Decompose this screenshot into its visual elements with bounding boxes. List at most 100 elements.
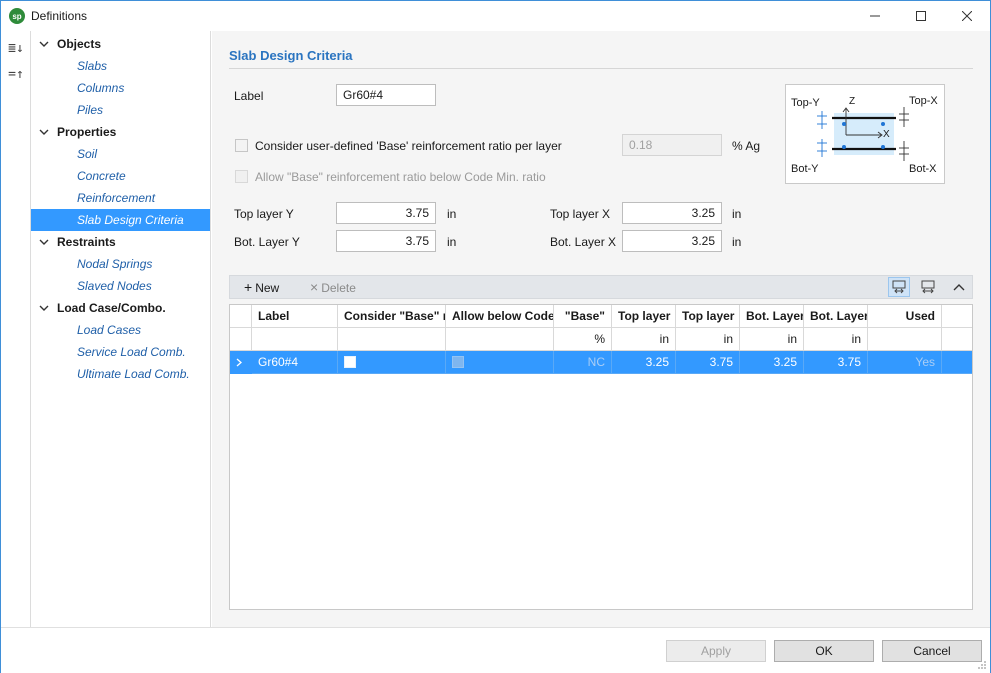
unit-cell: in xyxy=(740,328,804,351)
resize-grip-icon[interactable] xyxy=(977,660,987,670)
top-layer-y-label: Top layer Y xyxy=(234,207,294,221)
layer-cover-diagram: Top-Y Top-X Bot-Y Bot-X Z X xyxy=(785,84,945,184)
base-ratio-unit: % Ag xyxy=(732,139,761,153)
cell-used[interactable]: Yes xyxy=(868,351,942,374)
col-header-base[interactable]: "Base" xyxy=(554,305,612,328)
col-header-bot-layer-y[interactable]: Bot. Layer xyxy=(740,305,804,328)
chevron-down-icon[interactable] xyxy=(38,297,50,319)
apply-button[interactable]: Apply xyxy=(666,640,766,662)
tree-group-label: Restraints xyxy=(57,235,116,249)
base-ratio-input[interactable]: 0.18 xyxy=(622,134,722,156)
chevron-down-icon[interactable] xyxy=(38,33,50,55)
plus-icon: + xyxy=(244,279,253,295)
section-divider xyxy=(229,68,973,69)
chevron-up-icon[interactable] xyxy=(948,277,970,297)
unit-cell: in xyxy=(676,328,740,351)
diagram-axis-x: X xyxy=(883,129,890,140)
delete-button[interactable]: × Delete xyxy=(310,276,356,298)
row-indicator-header xyxy=(230,305,252,328)
col-header-label[interactable]: Label xyxy=(252,305,338,328)
cancel-button[interactable]: Cancel xyxy=(882,640,982,662)
consider-base-checkbox[interactable] xyxy=(235,139,248,152)
cell-top-layer-x[interactable]: 3.75 xyxy=(676,351,740,374)
chevron-right-icon xyxy=(236,358,242,367)
bot-layer-x-input[interactable]: 3.25 xyxy=(622,230,722,252)
row-indicator[interactable] xyxy=(230,351,252,374)
row-indicator-units xyxy=(230,328,252,351)
cell-top-layer-y[interactable]: 3.25 xyxy=(612,351,676,374)
minimize-button[interactable] xyxy=(852,1,898,31)
col-header-top-layer-x[interactable]: Top layer xyxy=(676,305,740,328)
tree-group-objects[interactable]: Objects xyxy=(31,33,210,55)
maximize-icon xyxy=(916,11,926,21)
col-header-top-layer-y[interactable]: Top layer xyxy=(612,305,676,328)
tree-group-restraints[interactable]: Restraints xyxy=(31,231,210,253)
chevron-down-icon[interactable] xyxy=(38,121,50,143)
cell-bot-layer-x[interactable]: 3.75 xyxy=(804,351,868,374)
consider-base-cell-checkbox[interactable] xyxy=(344,356,356,368)
dialog-footer: Apply OK Cancel xyxy=(1,627,990,673)
tree-item-load-cases[interactable]: Load Cases xyxy=(31,319,210,341)
delete-label: Delete xyxy=(321,281,356,295)
expand-all-icon[interactable]: ≣↓ xyxy=(6,39,26,59)
tree-item-slabs[interactable]: Slabs xyxy=(31,55,210,77)
bot-layer-y-input[interactable]: 3.75 xyxy=(336,230,436,252)
app-logo-icon: sp xyxy=(9,8,25,24)
col-header-consider-base[interactable]: Consider "Base" r xyxy=(338,305,446,328)
main-panel: Slab Design Criteria Label Gr60#4 Consid… xyxy=(212,31,990,627)
unit-cell xyxy=(446,328,554,351)
consider-base-label: Consider user-defined 'Base' reinforceme… xyxy=(255,139,562,153)
cell-base[interactable]: NC xyxy=(554,351,612,374)
tree-item-label: Reinforcement xyxy=(77,191,156,205)
label-input[interactable]: Gr60#4 xyxy=(336,84,436,106)
tree-item-slab-design-criteria[interactable]: Slab Design Criteria xyxy=(31,209,210,231)
ok-button[interactable]: OK xyxy=(774,640,874,662)
new-button[interactable]: + New xyxy=(244,276,279,298)
tree-group-properties[interactable]: Properties xyxy=(31,121,210,143)
tree-item-label: Load Cases xyxy=(77,323,142,337)
top-layer-x-unit: in xyxy=(732,207,742,221)
fit-columns-icon[interactable] xyxy=(888,277,910,297)
grid-toolbar: + New × Delete xyxy=(229,275,973,299)
cell-bot-layer-y[interactable]: 3.25 xyxy=(740,351,804,374)
chevron-down-icon[interactable] xyxy=(38,231,50,253)
allow-base-checkbox[interactable] xyxy=(235,170,248,183)
cell-allow-below-code[interactable] xyxy=(446,351,554,374)
tree-item-label: Nodal Springs xyxy=(77,257,153,271)
tree-item-ultimate-load-comb[interactable]: Ultimate Load Comb. xyxy=(31,363,210,385)
tree-item-label: Columns xyxy=(77,81,125,95)
top-layer-y-input[interactable]: 3.75 xyxy=(336,202,436,224)
cell-consider-base[interactable] xyxy=(338,351,446,374)
label-caption: Label xyxy=(234,89,264,103)
collapse-all-icon[interactable]: =↑ xyxy=(6,65,26,85)
bot-layer-x-unit: in xyxy=(732,235,742,249)
cell-label[interactable]: Gr60#4 xyxy=(252,351,338,374)
col-header-bot-layer-x[interactable]: Bot. Layer xyxy=(804,305,868,328)
unit-cell: in xyxy=(612,328,676,351)
expand-columns-icon[interactable] xyxy=(917,277,939,297)
top-layer-x-label: Top layer X xyxy=(550,207,611,221)
tree-item-label: Soil xyxy=(77,147,98,161)
tree-item-slaved-nodes[interactable]: Slaved Nodes xyxy=(31,275,210,297)
window-title: Definitions xyxy=(31,9,88,23)
tree-item-concrete[interactable]: Concrete xyxy=(31,165,210,187)
top-layer-y-unit: in xyxy=(447,207,457,221)
tree-item-nodal-springs[interactable]: Nodal Springs xyxy=(31,253,210,275)
tree-item-piles[interactable]: Piles xyxy=(31,99,210,121)
row-filler xyxy=(942,351,972,374)
tree-item-label: Slaved Nodes xyxy=(77,279,152,293)
top-layer-x-input[interactable]: 3.25 xyxy=(622,202,722,224)
tree-item-columns[interactable]: Columns xyxy=(31,77,210,99)
maximize-button[interactable] xyxy=(898,1,944,31)
allow-below-code-cell-checkbox[interactable] xyxy=(452,356,464,368)
tree-item-label: Slab Design Criteria xyxy=(77,213,184,227)
allow-base-label: Allow "Base" reinforcement ratio below C… xyxy=(255,170,546,184)
close-button[interactable] xyxy=(944,1,990,31)
definitions-window: sp Definitions ≣↓ =↑ Objects Slabs Colum… xyxy=(0,0,991,673)
tree-item-reinforcement[interactable]: Reinforcement xyxy=(31,187,210,209)
tree-item-soil[interactable]: Soil xyxy=(31,143,210,165)
col-header-used[interactable]: Used xyxy=(868,305,942,328)
tree-item-service-load-comb[interactable]: Service Load Comb. xyxy=(31,341,210,363)
tree-group-load-case-combo[interactable]: Load Case/Combo. xyxy=(31,297,210,319)
col-header-allow-below-code[interactable]: Allow below Code xyxy=(446,305,554,328)
